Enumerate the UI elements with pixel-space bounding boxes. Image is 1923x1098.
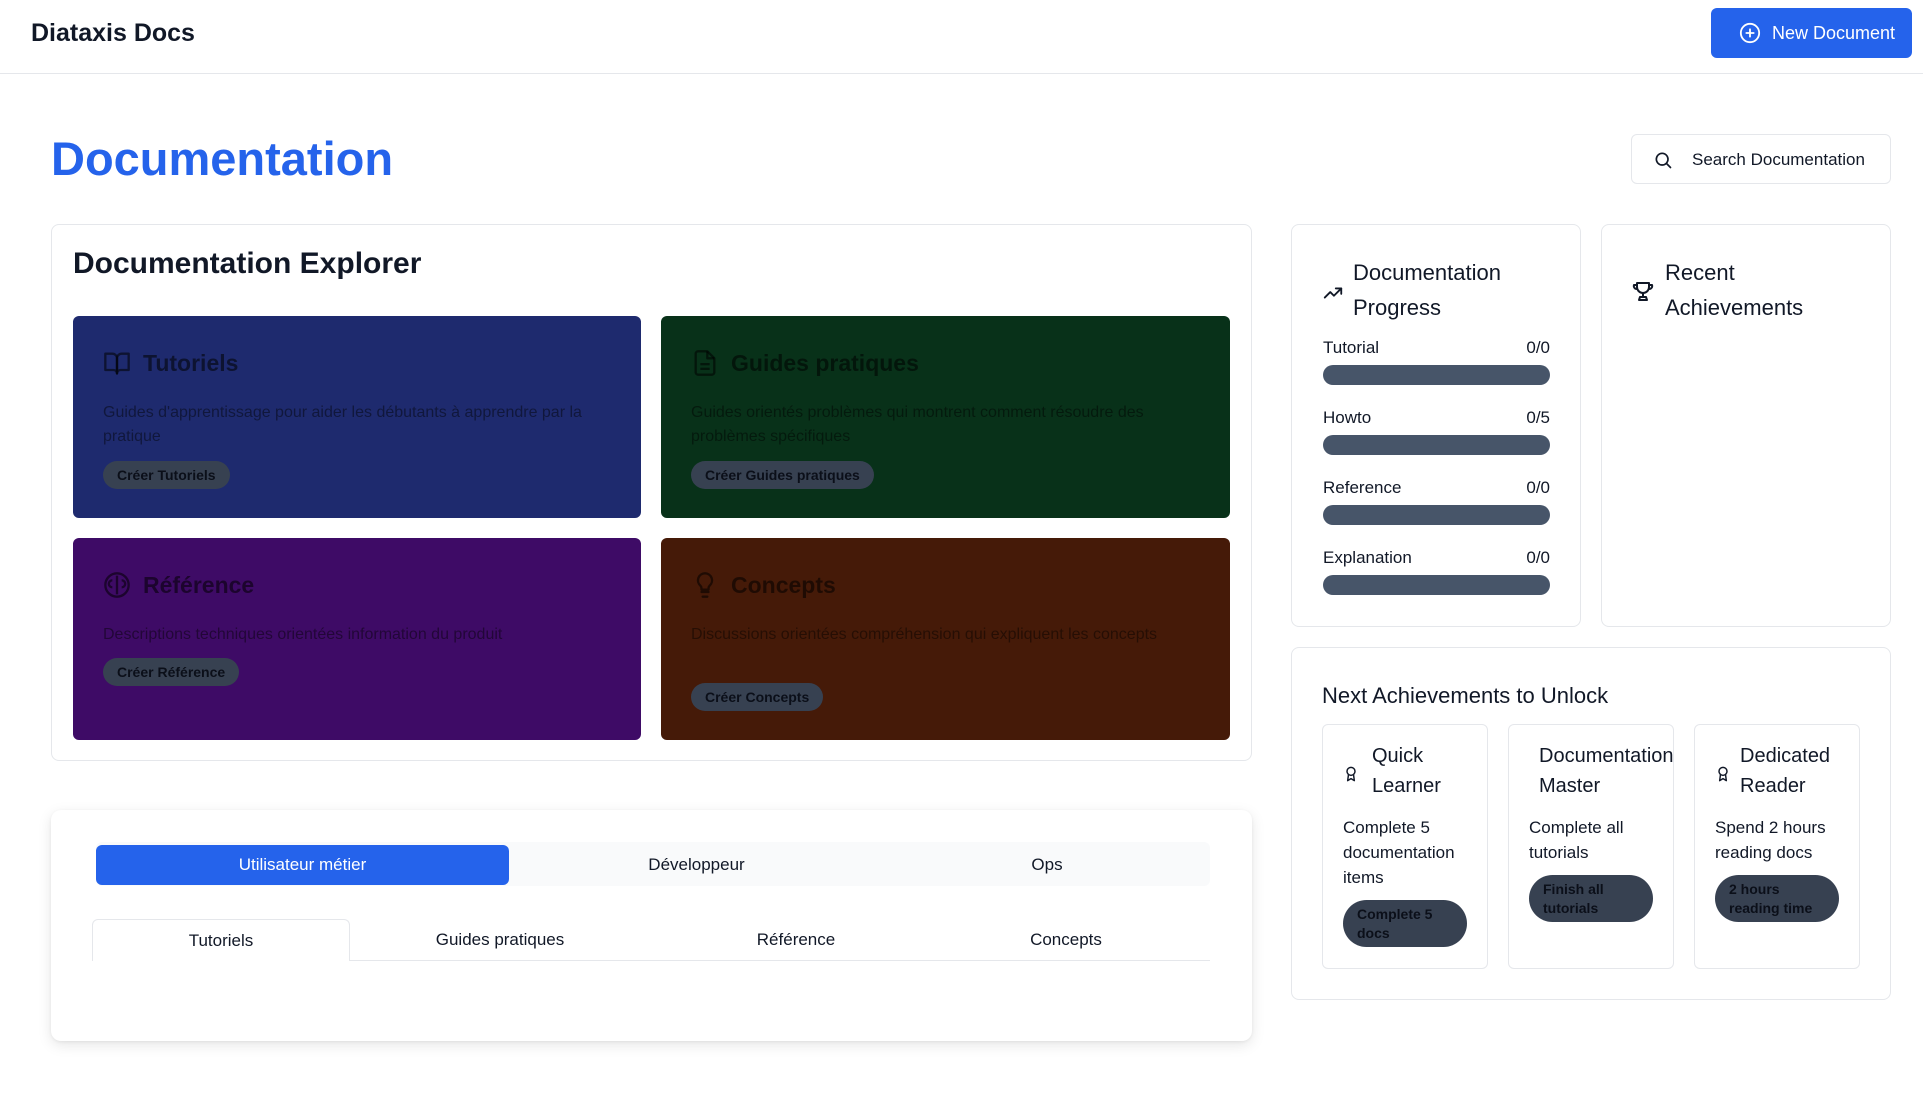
progress-label: Howto — [1323, 408, 1372, 427]
tile-title: Concepts — [731, 572, 836, 598]
tile-title: Référence — [143, 572, 255, 598]
achievement-badge: Complete 5 docs — [1343, 900, 1467, 947]
progress-label: Reference — [1323, 478, 1402, 497]
tile-description: Descriptions techniques orientées inform… — [103, 626, 503, 643]
tile-description: Discussions orientées compréhension qui … — [691, 626, 1158, 643]
tile-title: Tutoriels — [143, 350, 239, 376]
create-concepts-button[interactable]: Créer Concepts — [691, 683, 824, 711]
create-reference-button[interactable]: Créer Référence — [103, 658, 240, 686]
progress-bar — [1323, 575, 1550, 595]
achievement-dedicated-reader: Dedicated Reader Spend 2 hours reading d… — [1694, 724, 1860, 969]
progress-bar — [1323, 505, 1550, 525]
top-bar: Diataxis Docs New Document — [0, 0, 1923, 74]
award-icon — [1343, 765, 1359, 788]
page-title: Documentation — [51, 132, 394, 185]
tab-ops[interactable]: Ops — [884, 845, 1210, 885]
tab-developpeur[interactable]: Développeur — [509, 845, 884, 885]
recent-achievements-card: Recent Achievements — [1601, 224, 1891, 627]
progress-value: 0/0 — [1526, 338, 1550, 357]
role-tab-list: Utilisateur métier Développeur Ops — [96, 842, 1210, 886]
search-label: Search Documentation — [1692, 150, 1865, 169]
tile-guides-pratiques[interactable]: Guides pratiques Guides orientés problèm… — [661, 316, 1230, 518]
achievement-title: Quick Learner — [1372, 745, 1441, 797]
tab-guides-pratiques[interactable]: Guides pratiques — [350, 919, 650, 961]
achievement-description: Spend 2 hours reading docs — [1715, 818, 1826, 862]
tile-reference[interactable]: Référence Descriptions techniques orient… — [73, 538, 641, 740]
achievement-title: Dedicated Reader — [1740, 745, 1831, 797]
tab-reference[interactable]: Référence — [650, 919, 942, 961]
lightbulb-icon — [691, 571, 719, 604]
achievement-documentation-master: Documentation Master Complete all tutori… — [1508, 724, 1674, 969]
achievement-title: Documentation Master — [1539, 745, 1674, 797]
documentation-explorer: Documentation Explorer Tutoriels Guides … — [51, 224, 1252, 761]
progress-value: 0/0 — [1526, 548, 1550, 567]
trending-up-icon — [1322, 282, 1344, 309]
create-tutoriels-button[interactable]: Créer Tutoriels — [103, 461, 230, 489]
progress-title: Documentation Progress — [1353, 260, 1501, 320]
app-brand[interactable]: Diataxis Docs — [31, 19, 195, 48]
documentation-progress-card: Documentation Progress Tutorial 0/0 Howt… — [1291, 224, 1581, 627]
tile-tutoriels[interactable]: Tutoriels Guides d'apprentissage pour ai… — [73, 316, 641, 518]
progress-bar — [1323, 435, 1550, 455]
plus-circle-icon — [1739, 22, 1761, 44]
achievement-description: Complete 5 documentation items — [1343, 818, 1455, 887]
tile-description: Guides d'apprentissage pour aider les dé… — [103, 404, 582, 445]
file-text-icon — [691, 349, 719, 382]
next-achievements-title: Next Achievements to Unlock — [1322, 683, 1609, 708]
tile-concepts[interactable]: Concepts Discussions orientées compréhen… — [661, 538, 1230, 740]
achievement-description: Complete all tutorials — [1529, 818, 1624, 862]
trophy-icon — [1631, 279, 1655, 308]
next-achievements-card: Next Achievements to Unlock Quick Learne… — [1291, 647, 1891, 1000]
progress-bar — [1323, 365, 1550, 385]
new-document-label: New Document — [1772, 23, 1896, 43]
doc-type-tab-list: Tutoriels Guides pratiques Référence Con… — [92, 919, 1210, 961]
tab-tutoriels[interactable]: Tutoriels — [92, 919, 350, 961]
role-tabs-panel: Utilisateur métier Développeur Ops Tutor… — [51, 810, 1252, 1041]
progress-label: Tutorial — [1323, 338, 1380, 357]
tab-utilisateur-metier[interactable]: Utilisateur métier — [96, 845, 509, 885]
progress-value: 0/0 — [1526, 478, 1550, 497]
achievement-badge: Finish all tutorials — [1529, 875, 1653, 922]
award-icon — [1715, 765, 1731, 788]
create-guides-pratiques-button[interactable]: Créer Guides pratiques — [691, 461, 874, 489]
tile-title: Guides pratiques — [731, 350, 919, 376]
progress-value: 0/5 — [1526, 408, 1550, 427]
achievement-quick-learner: Quick Learner Complete 5 documentation i… — [1322, 724, 1488, 969]
explorer-title: Documentation Explorer — [73, 247, 422, 280]
tile-description: Guides orientés problèmes qui montrent c… — [691, 404, 1144, 445]
new-document-button[interactable]: New Document — [1711, 8, 1912, 58]
search-button[interactable]: Search Documentation — [1631, 134, 1891, 184]
search-icon — [1655, 152, 1672, 169]
recent-achievements-title: Recent Achievements — [1665, 260, 1804, 320]
book-open-icon — [103, 349, 131, 382]
progress-label: Explanation — [1323, 548, 1412, 567]
achievement-badge: 2 hours reading time — [1715, 875, 1839, 922]
brain-icon — [103, 571, 131, 604]
tab-concepts[interactable]: Concepts — [942, 919, 1190, 961]
